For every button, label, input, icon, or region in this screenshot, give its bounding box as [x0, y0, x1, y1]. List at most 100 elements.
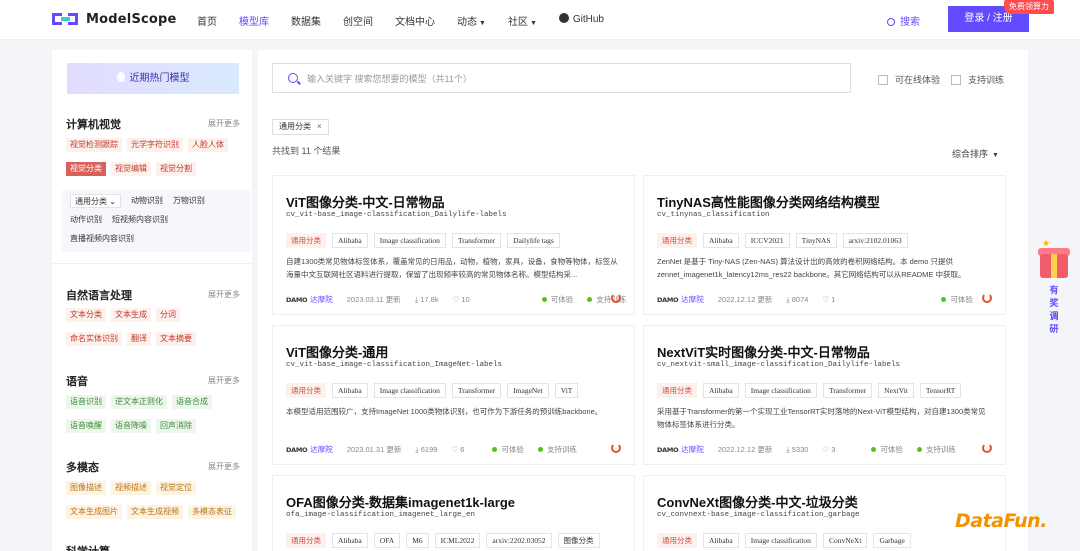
subcategory-item[interactable]: 直播视频内容识别: [70, 232, 134, 246]
model-org[interactable]: 达摩院: [681, 444, 704, 455]
model-card[interactable]: TinyNAS高性能图像分类网络结构模型 cv_tinynas_classifi…: [643, 175, 1006, 315]
model-tag[interactable]: Dailylife tags: [507, 233, 560, 248]
tag-chip[interactable]: 语音合成: [172, 395, 212, 409]
model-title[interactable]: TinyNAS高性能图像分类网络结构模型: [657, 192, 880, 211]
subcategory-item[interactable]: 动作识别: [70, 213, 102, 227]
nav-home[interactable]: 首页: [197, 13, 217, 28]
model-tag[interactable]: 图像分类: [557, 533, 600, 548]
tag-chip[interactable]: 语音识别: [66, 395, 106, 409]
nav-studios[interactable]: 创空间: [343, 13, 373, 28]
model-card[interactable]: ViT图像分类-通用 cv_vit-base_image-classificat…: [272, 325, 635, 465]
tag-chip[interactable]: 光学字符识别: [127, 138, 183, 152]
tag-chip[interactable]: 视觉定位: [156, 481, 196, 495]
modelscope-logo[interactable]: ModelScope: [52, 11, 177, 27]
model-tag[interactable]: Alibaba: [703, 383, 739, 398]
model-tag[interactable]: Transformer: [451, 383, 502, 398]
tag-chip[interactable]: 文本生成: [111, 308, 151, 322]
model-title[interactable]: NextViT实时图像分类-中文-日常物品: [657, 342, 870, 361]
model-tag[interactable]: Alibaba: [332, 533, 368, 548]
tag-chip[interactable]: 图像描述: [66, 481, 106, 495]
model-tag[interactable]: arxiv:2102.01063: [842, 233, 908, 248]
tag-chip[interactable]: 人脸人体: [188, 138, 228, 152]
nav-datasets[interactable]: 数据集: [291, 13, 321, 28]
model-tag[interactable]: 通用分类: [286, 383, 326, 398]
model-tag[interactable]: NextVit: [878, 383, 914, 398]
tag-chip[interactable]: 命名实体识别: [66, 332, 122, 346]
expand-more-multimodal[interactable]: 展开更多: [208, 461, 240, 472]
model-org[interactable]: 达摩院: [681, 294, 704, 305]
nav-news[interactable]: 动态 ▼: [457, 13, 486, 28]
model-tag[interactable]: ConvNeXt: [822, 533, 868, 548]
tag-chip[interactable]: 文本分类: [66, 308, 106, 322]
model-tag[interactable]: TensorRT: [919, 383, 962, 398]
model-tag[interactable]: Alibaba: [703, 233, 739, 248]
close-icon[interactable]: ×: [317, 122, 322, 131]
model-title[interactable]: ConvNeXt图像分类-中文-垃圾分类: [657, 492, 858, 511]
tag-chip[interactable]: 语音唤醒: [66, 419, 106, 433]
expand-more-nlp[interactable]: 展开更多: [208, 289, 240, 300]
model-tag[interactable]: Garbage: [873, 533, 911, 548]
model-card[interactable]: ViT图像分类-中文-日常物品 cv_vit-base_image-classi…: [272, 175, 635, 315]
model-tag[interactable]: arxiv:2202.03052: [486, 533, 552, 548]
online-experience-checkbox[interactable]: 可在线体验: [878, 73, 940, 86]
tag-chip[interactable]: 回声消除: [156, 419, 196, 433]
tag-chip[interactable]: 文本生成视频: [127, 505, 183, 519]
model-tag[interactable]: Alibaba: [332, 383, 368, 398]
support-training-checkbox[interactable]: 支持训练: [951, 73, 1004, 86]
model-tag[interactable]: ICCV2021: [744, 233, 790, 248]
tag-chip[interactable]: 逆文本正则化: [111, 395, 167, 409]
nav-github[interactable]: GitHub: [558, 13, 604, 28]
nav-models[interactable]: 模型库: [239, 13, 269, 28]
tag-chip-selected[interactable]: 视觉分类: [66, 162, 106, 176]
model-tag[interactable]: Image classification: [373, 383, 446, 398]
model-tag[interactable]: M6: [406, 533, 429, 548]
model-search-input[interactable]: [307, 69, 837, 89]
model-title[interactable]: ViT图像分类-中文-日常物品: [286, 192, 445, 211]
model-tag[interactable]: ICML2022: [434, 533, 481, 548]
tag-chip[interactable]: 视觉编辑: [111, 162, 151, 176]
tag-chip[interactable]: 文本生成图片: [66, 505, 122, 519]
model-tag[interactable]: ViT: [554, 383, 579, 398]
model-card[interactable]: ConvNeXt图像分类-中文-垃圾分类 cv_convnext-base_im…: [643, 475, 1006, 551]
tag-chip[interactable]: 视觉分割: [156, 162, 196, 176]
model-tag[interactable]: Image classification: [744, 383, 817, 398]
tag-chip[interactable]: 翻译: [127, 332, 151, 346]
model-tag[interactable]: ImageNet: [507, 383, 549, 398]
free-compute-badge[interactable]: 免费领算力: [1004, 0, 1054, 14]
model-card[interactable]: OFA图像分类-数据集imagenet1k-large ofa_image-cl…: [272, 475, 635, 551]
model-tag[interactable]: 通用分类: [657, 383, 697, 398]
expand-more-speech[interactable]: 展开更多: [208, 375, 240, 386]
subcategory-item[interactable]: 动物识别: [131, 194, 163, 208]
subcategory-selected[interactable]: 通用分类 ⌄: [70, 194, 121, 208]
model-title[interactable]: OFA图像分类-数据集imagenet1k-large: [286, 492, 515, 511]
model-tag[interactable]: 通用分类: [657, 233, 697, 248]
expand-more-cv[interactable]: 展开更多: [208, 118, 240, 129]
model-tag[interactable]: Alibaba: [332, 233, 368, 248]
model-tag[interactable]: TinyNAS: [795, 233, 837, 248]
model-tag[interactable]: Image classification: [744, 533, 817, 548]
tag-chip[interactable]: 分词: [156, 308, 180, 322]
model-tag[interactable]: OFA: [373, 533, 401, 548]
model-tag[interactable]: 通用分类: [286, 533, 326, 548]
survey-gift-widget[interactable]: ★ 有奖调研: [1038, 238, 1070, 336]
tag-chip[interactable]: 语音降噪: [111, 419, 151, 433]
model-title[interactable]: ViT图像分类-通用: [286, 342, 388, 361]
nav-community[interactable]: 社区 ▼: [508, 13, 537, 28]
nav-docs[interactable]: 文档中心: [395, 13, 435, 28]
header-search-button[interactable]: 搜索: [887, 13, 920, 28]
model-tag[interactable]: Transformer: [451, 233, 502, 248]
model-tag[interactable]: 通用分类: [657, 533, 697, 548]
sort-dropdown[interactable]: 综合排序 ▼: [952, 147, 999, 160]
model-tag[interactable]: Image classification: [373, 233, 446, 248]
model-card[interactable]: NextViT实时图像分类-中文-日常物品 cv_nextvit-small_i…: [643, 325, 1006, 465]
model-org[interactable]: 达摩院: [310, 294, 333, 305]
tag-chip[interactable]: 文本摘要: [156, 332, 196, 346]
model-org[interactable]: 达摩院: [310, 444, 333, 455]
model-tag[interactable]: Transformer: [822, 383, 873, 398]
tag-chip[interactable]: 视觉检测跟踪: [66, 138, 122, 152]
tag-chip[interactable]: 多模态表征: [188, 505, 236, 519]
hot-models-button[interactable]: 近期热门模型: [67, 63, 239, 94]
tag-chip[interactable]: 视频描述: [111, 481, 151, 495]
model-tag[interactable]: Alibaba: [703, 533, 739, 548]
model-tag[interactable]: 通用分类: [286, 233, 326, 248]
